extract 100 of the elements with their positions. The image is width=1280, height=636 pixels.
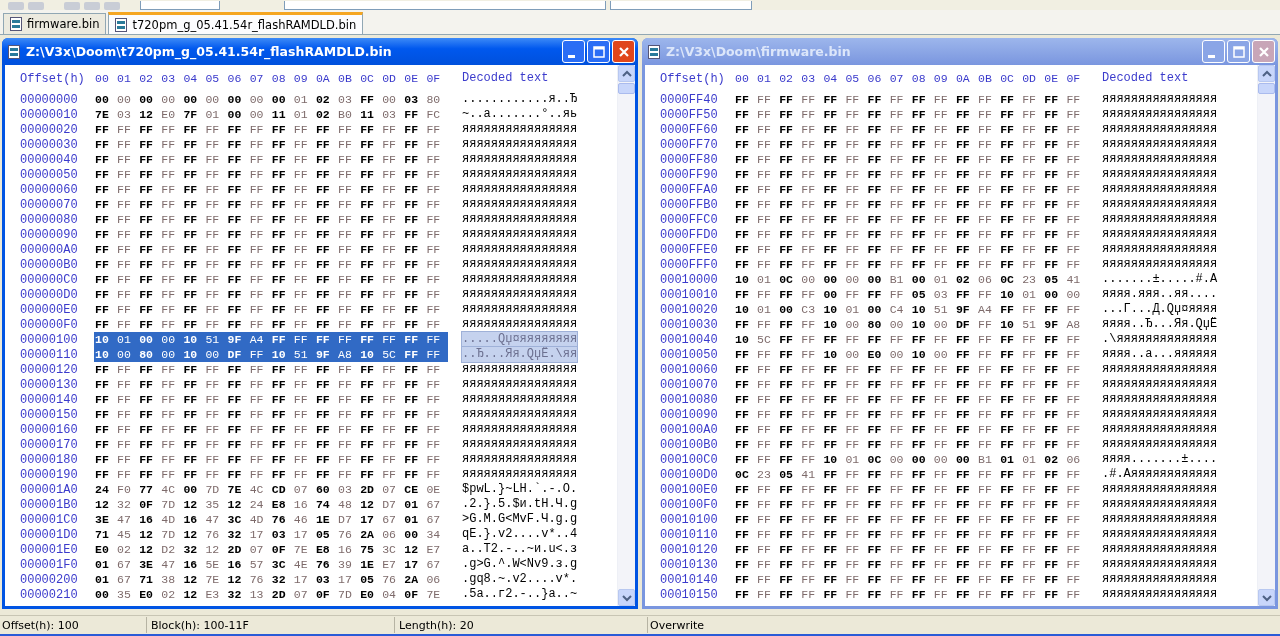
- byte-cell[interactable]: FF: [932, 572, 955, 587]
- byte-cell[interactable]: FF: [138, 197, 161, 212]
- byte-cell[interactable]: FF: [866, 242, 889, 257]
- byte-cell[interactable]: FF: [160, 287, 183, 302]
- byte-cell[interactable]: FF: [116, 227, 139, 242]
- byte-cell[interactable]: 2A: [403, 572, 426, 587]
- byte-cell[interactable]: FF: [778, 122, 801, 137]
- byte-cell[interactable]: 67: [425, 497, 448, 512]
- byte-cell[interactable]: FF: [403, 362, 426, 377]
- byte-cell[interactable]: 47: [204, 512, 227, 527]
- byte-cell[interactable]: FF: [94, 257, 117, 272]
- byte-cell[interactable]: FF: [800, 137, 823, 152]
- byte-cell[interactable]: FF: [734, 92, 757, 107]
- byte-cell[interactable]: FF: [160, 422, 183, 437]
- byte-cell[interactable]: FF: [977, 467, 1000, 482]
- byte-cell[interactable]: FF: [359, 422, 382, 437]
- byte-cell[interactable]: FF: [182, 317, 205, 332]
- byte-cell[interactable]: FF: [910, 497, 933, 512]
- byte-cell[interactable]: FF: [381, 182, 404, 197]
- byte-cell[interactable]: FF: [94, 122, 117, 137]
- byte-cell[interactable]: FF: [270, 317, 293, 332]
- byte-cell[interactable]: FF: [822, 527, 845, 542]
- byte-cell[interactable]: FF: [999, 572, 1022, 587]
- byte-cell[interactable]: FF: [910, 557, 933, 572]
- byte-cell[interactable]: FF: [94, 422, 117, 437]
- byte-cell[interactable]: FF: [138, 257, 161, 272]
- byte-cell[interactable]: FF: [1065, 122, 1088, 137]
- byte-cell[interactable]: FF: [1021, 182, 1044, 197]
- byte-cell[interactable]: FF: [381, 377, 404, 392]
- byte-cell[interactable]: 00: [248, 92, 271, 107]
- byte-cell[interactable]: FF: [403, 167, 426, 182]
- byte-cell[interactable]: FF: [866, 152, 889, 167]
- byte-cell[interactable]: FF: [314, 332, 338, 347]
- byte-cell[interactable]: FF: [403, 422, 426, 437]
- byte-cell[interactable]: 00: [182, 92, 205, 107]
- byte-cell[interactable]: FF: [204, 422, 227, 437]
- byte-cell[interactable]: FF: [999, 332, 1022, 347]
- byte-cell[interactable]: FF: [226, 167, 249, 182]
- byte-cell[interactable]: FF: [1065, 107, 1088, 122]
- byte-cell[interactable]: FF: [822, 92, 845, 107]
- byte-cell[interactable]: FF: [160, 377, 183, 392]
- byte-cell[interactable]: 05: [1043, 272, 1066, 287]
- byte-cell[interactable]: FF: [800, 407, 823, 422]
- byte-cell[interactable]: FF: [138, 302, 161, 317]
- byte-cell[interactable]: FF: [116, 197, 139, 212]
- byte-cell[interactable]: FF: [292, 377, 315, 392]
- byte-cell[interactable]: FF: [866, 542, 889, 557]
- byte-cell[interactable]: FF: [381, 392, 404, 407]
- byte-cell[interactable]: 00: [116, 92, 139, 107]
- byte-cell[interactable]: FF: [822, 137, 845, 152]
- byte-cell[interactable]: FF: [954, 212, 978, 227]
- byte-cell[interactable]: FF: [1043, 107, 1066, 122]
- byte-cell[interactable]: FF: [1065, 182, 1088, 197]
- byte-cell[interactable]: FF: [226, 407, 249, 422]
- byte-cell[interactable]: FF: [337, 152, 360, 167]
- byte-cell[interactable]: FF: [403, 347, 426, 362]
- byte-cell[interactable]: FF: [337, 287, 360, 302]
- byte-cell[interactable]: FF: [425, 227, 448, 242]
- byte-cell[interactable]: FF: [778, 542, 801, 557]
- byte-cell[interactable]: FF: [204, 287, 227, 302]
- byte-cell[interactable]: FF: [954, 572, 978, 587]
- byte-cell[interactable]: FF: [403, 182, 426, 197]
- byte-cell[interactable]: FF: [403, 467, 426, 482]
- byte-cell[interactable]: FF: [778, 392, 801, 407]
- byte-cell[interactable]: FF: [292, 362, 315, 377]
- byte-cell[interactable]: FF: [910, 332, 933, 347]
- byte-cell[interactable]: 01: [292, 92, 315, 107]
- byte-cell[interactable]: FF: [314, 287, 338, 302]
- byte-cell[interactable]: FF: [248, 212, 271, 227]
- byte-cell[interactable]: FF: [756, 167, 779, 182]
- byte-cell[interactable]: FF: [977, 557, 1000, 572]
- byte-cell[interactable]: 05: [359, 572, 382, 587]
- byte-cell[interactable]: 35: [116, 587, 139, 602]
- byte-cell[interactable]: FF: [734, 182, 757, 197]
- byte-cell[interactable]: FF: [844, 392, 867, 407]
- byte-cell[interactable]: 80: [138, 347, 161, 362]
- byte-cell[interactable]: FF: [910, 362, 933, 377]
- byte-cell[interactable]: FF: [866, 257, 889, 272]
- byte-cell[interactable]: FF: [403, 107, 426, 122]
- byte-cell[interactable]: 10: [822, 317, 845, 332]
- byte-cell[interactable]: 67: [425, 557, 448, 572]
- byte-cell[interactable]: FF: [778, 587, 801, 602]
- byte-cell[interactable]: FF: [888, 332, 911, 347]
- byte-cell[interactable]: FF: [425, 302, 448, 317]
- byte-cell[interactable]: FF: [756, 362, 779, 377]
- byte-cell[interactable]: FF: [844, 182, 867, 197]
- byte-cell[interactable]: FF: [182, 302, 205, 317]
- byte-cell[interactable]: FF: [160, 122, 183, 137]
- byte-cell[interactable]: FF: [932, 107, 955, 122]
- byte-cell[interactable]: 10: [182, 332, 205, 347]
- byte-cell[interactable]: FF: [359, 317, 382, 332]
- byte-cell[interactable]: FF: [932, 377, 955, 392]
- byte-cell[interactable]: FF: [270, 332, 293, 347]
- byte-cell[interactable]: FF: [734, 152, 757, 167]
- byte-cell[interactable]: 00: [381, 92, 404, 107]
- byte-cell[interactable]: FF: [94, 287, 117, 302]
- byte-cell[interactable]: FF: [954, 227, 978, 242]
- byte-cell[interactable]: FF: [778, 137, 801, 152]
- byte-cell[interactable]: 10: [94, 332, 117, 347]
- byte-cell[interactable]: 12: [182, 497, 205, 512]
